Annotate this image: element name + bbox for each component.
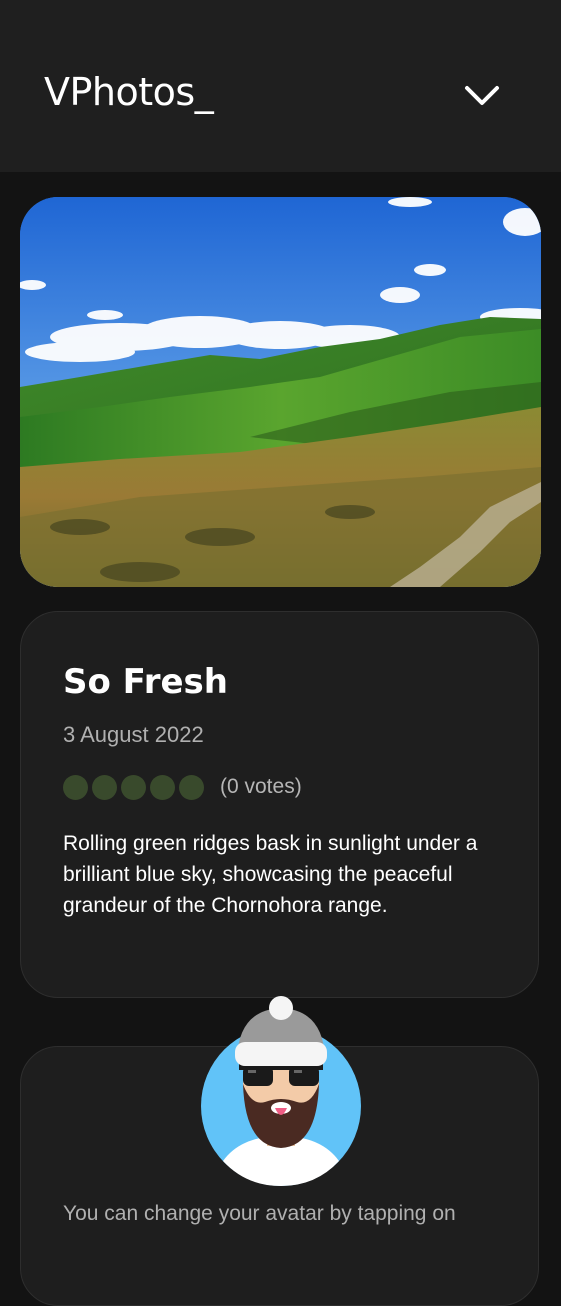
photo-card[interactable]: [20, 197, 541, 587]
photo-details-card: So Fresh 3 August 2022 (0 votes) Rolling…: [20, 611, 539, 998]
avatar[interactable]: [201, 996, 361, 1191]
star-icon[interactable]: [92, 774, 117, 800]
star-icon[interactable]: [121, 774, 146, 800]
app-logo[interactable]: VPhotos_: [44, 70, 214, 114]
avatar-hint-text: You can change your avatar by tapping on: [63, 1202, 456, 1225]
bearded-man-avatar-icon: [201, 996, 361, 1186]
photo-date: 3 August 2022: [63, 722, 204, 747]
chevron-down-icon[interactable]: [462, 78, 502, 114]
landscape-photo: [20, 197, 541, 587]
star-rating: (0 votes): [63, 774, 302, 800]
photo-description: Rolling green ridges bask in sunlight un…: [63, 832, 478, 917]
star-icon[interactable]: [179, 774, 204, 800]
app-header: VPhotos_: [0, 0, 561, 172]
votes-count: (0 votes): [220, 775, 302, 798]
star-icon[interactable]: [63, 774, 88, 800]
photo-title: So Fresh: [63, 662, 229, 702]
star-icon[interactable]: [150, 774, 175, 800]
